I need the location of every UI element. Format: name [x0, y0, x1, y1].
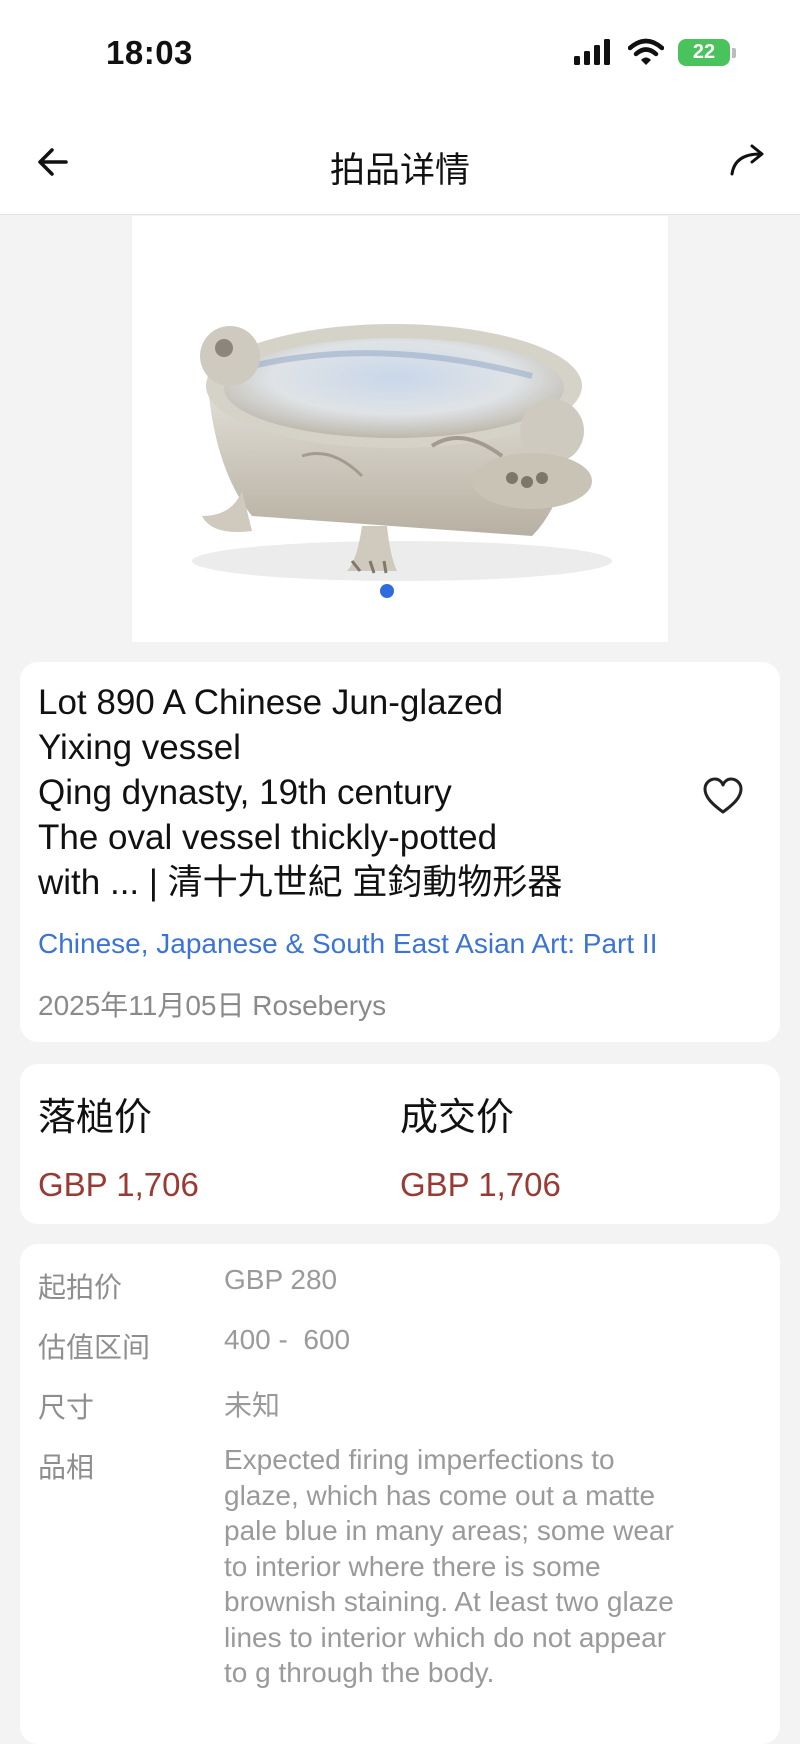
lot-title-line: with ... | 清十九世紀 宜鈞動物形器: [38, 863, 563, 902]
condition-line: glaze, which has come out a matte: [224, 1479, 656, 1511]
size-label: 尺寸: [38, 1392, 95, 1423]
wifi-icon: [628, 38, 664, 65]
deal-price-value: GBP 1,706: [400, 1166, 561, 1203]
hammer-price-value: GBP 1,706: [38, 1166, 199, 1203]
share-icon[interactable]: [726, 140, 770, 180]
start-price-label: 起拍价: [38, 1272, 123, 1303]
start-price-value: GBP 280: [224, 1264, 338, 1295]
details-card: 起拍价 GBP 280 估值区间 400 - 600 尺寸 未知 品相 Expe…: [20, 1244, 780, 1744]
signal-icon: [574, 39, 610, 65]
hammer-price-label: 落槌价: [38, 1097, 153, 1139]
deal-price-label: 成交价: [400, 1097, 515, 1139]
status-bar: 18:03 22: [0, 0, 800, 104]
lot-title-line: Lot 890 A Chinese Jun-glazed: [38, 683, 504, 722]
auction-sale-link[interactable]: Chinese, Japanese & South East Asian Art…: [38, 928, 657, 960]
condition-line: pale blue in many areas; some wear: [224, 1515, 674, 1546]
page-title: 拍品详情: [329, 151, 470, 190]
lot-title-line: The oval vessel thickly-potted: [38, 818, 498, 857]
estimate-value: 400 - 600: [224, 1324, 351, 1355]
condition-line: lines to interior which do not appear: [224, 1621, 667, 1653]
estimate-label: 估值区间: [38, 1332, 151, 1363]
condition-line: Expected firing imperfections to: [224, 1444, 615, 1475]
condition-label: 品相: [38, 1452, 95, 1483]
status-time: 18:03: [106, 34, 193, 71]
size-value: 未知: [224, 1390, 281, 1421]
lot-title-line: Qing dynasty, 19th century: [38, 773, 452, 812]
lot-title: Lot 890 A Chinese Jun-glazed Yixing vess…: [38, 680, 658, 905]
sale-date-house: 2025年11月05日 Roseberys: [38, 990, 387, 1021]
condition-line: to g through the body.: [224, 1657, 495, 1688]
navigation-bar: 拍品详情: [0, 104, 800, 215]
vessel-image: [192, 324, 612, 581]
favorite-heart-icon[interactable]: [702, 776, 744, 816]
battery-icon: 22: [678, 38, 736, 66]
condition-text: Expected firing imperfections to glaze, …: [224, 1442, 764, 1691]
battery-level: 22: [692, 40, 716, 63]
price-card: 落槌价 GBP 1,706 成交价 GBP 1,706: [20, 1064, 780, 1224]
condition-line: brownish staining. At least two glaze: [224, 1586, 674, 1617]
condition-line: to interior where there is some: [224, 1550, 601, 1582]
lot-info-card: Lot 890 A Chinese Jun-glazed Yixing vess…: [20, 662, 780, 1042]
lot-title-line: Yixing vessel: [38, 728, 241, 767]
lot-image[interactable]: [132, 216, 668, 642]
status-icons: 22: [574, 38, 736, 66]
carousel-indicator-dot[interactable]: [380, 584, 394, 598]
